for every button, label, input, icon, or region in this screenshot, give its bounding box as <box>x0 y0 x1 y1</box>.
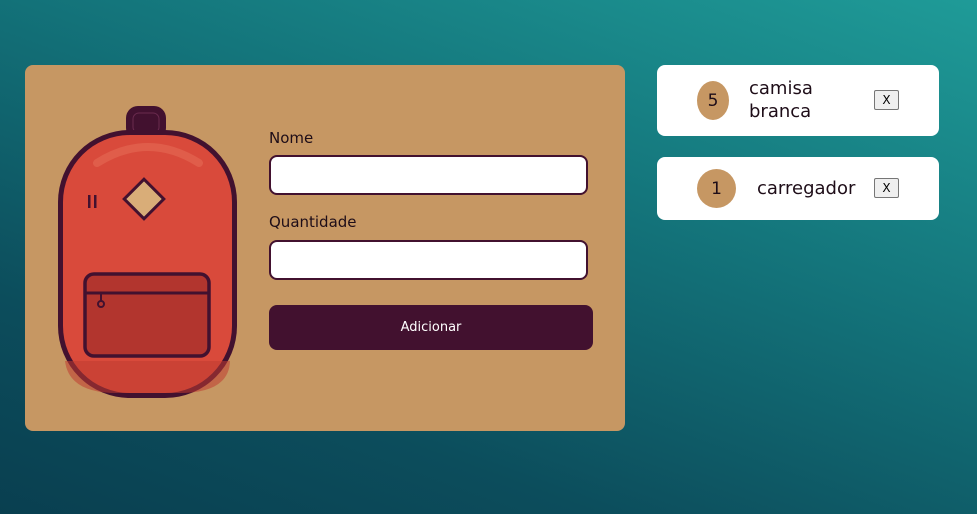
list-item: 1 carregador X <box>657 157 939 220</box>
quantity-input[interactable] <box>269 240 588 280</box>
quantity-badge: 5 <box>697 81 729 120</box>
quantity-badge: 1 <box>697 169 736 208</box>
backpack-icon <box>58 106 237 398</box>
add-item-form: Nome Quantidade Adicionar <box>25 65 625 431</box>
add-button[interactable]: Adicionar <box>269 305 593 350</box>
list-item: 5 camisa branca X <box>657 65 939 136</box>
quantity-label: Quantidade <box>269 213 357 231</box>
item-name: camisa branca <box>749 78 813 122</box>
name-label: Nome <box>269 129 314 147</box>
name-input[interactable] <box>269 155 588 195</box>
remove-item-button[interactable]: X <box>874 178 899 198</box>
remove-item-button[interactable]: X <box>874 90 899 110</box>
item-name: carregador <box>757 178 856 199</box>
